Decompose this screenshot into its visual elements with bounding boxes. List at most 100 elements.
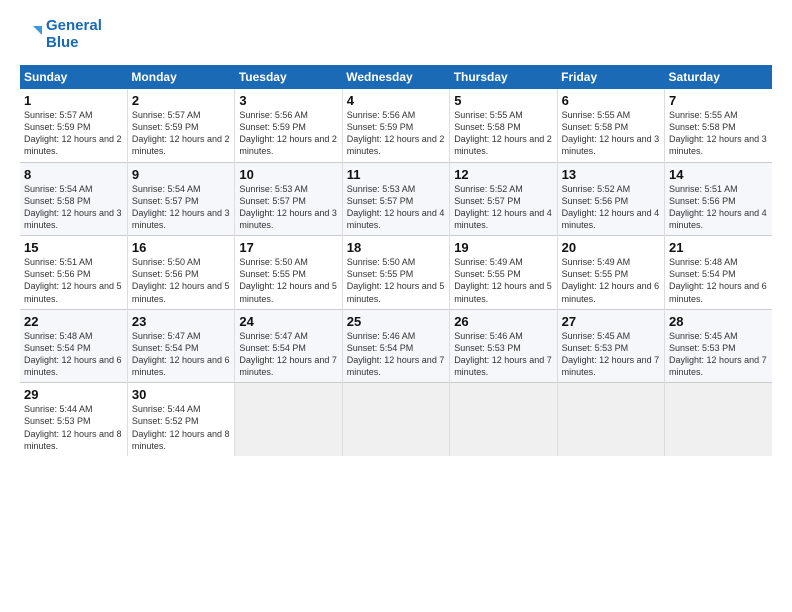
- day-cell: 10 Sunrise: 5:53 AMSunset: 5:57 PMDaylig…: [235, 162, 342, 236]
- day-info: Sunrise: 5:50 AMSunset: 5:55 PMDaylight:…: [347, 256, 445, 305]
- day-info: Sunrise: 5:54 AMSunset: 5:57 PMDaylight:…: [132, 183, 230, 232]
- day-number: 10: [239, 167, 337, 182]
- day-cell: 5 Sunrise: 5:55 AMSunset: 5:58 PMDayligh…: [450, 89, 557, 162]
- day-cell: 11 Sunrise: 5:53 AMSunset: 5:57 PMDaylig…: [342, 162, 449, 236]
- day-cell: 3 Sunrise: 5:56 AMSunset: 5:59 PMDayligh…: [235, 89, 342, 162]
- day-cell: 12 Sunrise: 5:52 AMSunset: 5:57 PMDaylig…: [450, 162, 557, 236]
- day-number: 19: [454, 240, 552, 255]
- col-header-thursday: Thursday: [450, 65, 557, 89]
- day-cell: 22 Sunrise: 5:48 AMSunset: 5:54 PMDaylig…: [20, 309, 127, 383]
- day-info: Sunrise: 5:53 AMSunset: 5:57 PMDaylight:…: [347, 183, 445, 232]
- col-header-friday: Friday: [557, 65, 664, 89]
- day-cell: 4 Sunrise: 5:56 AMSunset: 5:59 PMDayligh…: [342, 89, 449, 162]
- day-cell: 18 Sunrise: 5:50 AMSunset: 5:55 PMDaylig…: [342, 236, 449, 310]
- week-row-4: 22 Sunrise: 5:48 AMSunset: 5:54 PMDaylig…: [20, 309, 772, 383]
- day-cell: 27 Sunrise: 5:45 AMSunset: 5:53 PMDaylig…: [557, 309, 664, 383]
- header-row: SundayMondayTuesdayWednesdayThursdayFrid…: [20, 65, 772, 89]
- day-number: 3: [239, 93, 337, 108]
- day-number: 17: [239, 240, 337, 255]
- day-number: 4: [347, 93, 445, 108]
- day-cell: [450, 383, 557, 456]
- day-info: Sunrise: 5:49 AMSunset: 5:55 PMDaylight:…: [454, 256, 552, 305]
- col-header-tuesday: Tuesday: [235, 65, 342, 89]
- day-number: 23: [132, 314, 230, 329]
- day-info: Sunrise: 5:55 AMSunset: 5:58 PMDaylight:…: [454, 109, 552, 158]
- day-cell: [665, 383, 772, 456]
- day-info: Sunrise: 5:44 AMSunset: 5:53 PMDaylight:…: [24, 403, 123, 452]
- day-info: Sunrise: 5:49 AMSunset: 5:55 PMDaylight:…: [562, 256, 660, 305]
- day-cell: 7 Sunrise: 5:55 AMSunset: 5:58 PMDayligh…: [665, 89, 772, 162]
- calendar-table: SundayMondayTuesdayWednesdayThursdayFrid…: [20, 65, 772, 456]
- day-info: Sunrise: 5:52 AMSunset: 5:57 PMDaylight:…: [454, 183, 552, 232]
- day-info: Sunrise: 5:51 AMSunset: 5:56 PMDaylight:…: [669, 183, 768, 232]
- day-number: 27: [562, 314, 660, 329]
- day-cell: 14 Sunrise: 5:51 AMSunset: 5:56 PMDaylig…: [665, 162, 772, 236]
- day-info: Sunrise: 5:46 AMSunset: 5:53 PMDaylight:…: [454, 330, 552, 379]
- day-number: 7: [669, 93, 768, 108]
- day-number: 22: [24, 314, 123, 329]
- day-cell: 2 Sunrise: 5:57 AMSunset: 5:59 PMDayligh…: [127, 89, 234, 162]
- day-cell: 19 Sunrise: 5:49 AMSunset: 5:55 PMDaylig…: [450, 236, 557, 310]
- day-info: Sunrise: 5:57 AMSunset: 5:59 PMDaylight:…: [132, 109, 230, 158]
- day-info: Sunrise: 5:46 AMSunset: 5:54 PMDaylight:…: [347, 330, 445, 379]
- day-number: 12: [454, 167, 552, 182]
- day-cell: 13 Sunrise: 5:52 AMSunset: 5:56 PMDaylig…: [557, 162, 664, 236]
- day-number: 29: [24, 387, 123, 402]
- day-number: 2: [132, 93, 230, 108]
- day-cell: 28 Sunrise: 5:45 AMSunset: 5:53 PMDaylig…: [665, 309, 772, 383]
- day-number: 15: [24, 240, 123, 255]
- day-number: 24: [239, 314, 337, 329]
- day-info: Sunrise: 5:47 AMSunset: 5:54 PMDaylight:…: [239, 330, 337, 379]
- day-info: Sunrise: 5:48 AMSunset: 5:54 PMDaylight:…: [669, 256, 768, 305]
- header: General Blue: [20, 18, 772, 51]
- day-info: Sunrise: 5:45 AMSunset: 5:53 PMDaylight:…: [562, 330, 660, 379]
- day-number: 13: [562, 167, 660, 182]
- col-header-saturday: Saturday: [665, 65, 772, 89]
- week-row-2: 8 Sunrise: 5:54 AMSunset: 5:58 PMDayligh…: [20, 162, 772, 236]
- day-cell: 20 Sunrise: 5:49 AMSunset: 5:55 PMDaylig…: [557, 236, 664, 310]
- col-header-sunday: Sunday: [20, 65, 127, 89]
- col-header-wednesday: Wednesday: [342, 65, 449, 89]
- logo-blue-text: Blue: [46, 35, 102, 52]
- day-number: 25: [347, 314, 445, 329]
- day-info: Sunrise: 5:51 AMSunset: 5:56 PMDaylight:…: [24, 256, 123, 305]
- day-number: 20: [562, 240, 660, 255]
- day-cell: 8 Sunrise: 5:54 AMSunset: 5:58 PMDayligh…: [20, 162, 127, 236]
- col-header-monday: Monday: [127, 65, 234, 89]
- day-number: 14: [669, 167, 768, 182]
- day-number: 5: [454, 93, 552, 108]
- day-info: Sunrise: 5:44 AMSunset: 5:52 PMDaylight:…: [132, 403, 230, 452]
- day-cell: [557, 383, 664, 456]
- day-info: Sunrise: 5:57 AMSunset: 5:59 PMDaylight:…: [24, 109, 123, 158]
- day-number: 6: [562, 93, 660, 108]
- day-cell: 29 Sunrise: 5:44 AMSunset: 5:53 PMDaylig…: [20, 383, 127, 456]
- day-info: Sunrise: 5:55 AMSunset: 5:58 PMDaylight:…: [669, 109, 768, 158]
- day-info: Sunrise: 5:54 AMSunset: 5:58 PMDaylight:…: [24, 183, 123, 232]
- day-number: 16: [132, 240, 230, 255]
- logo-svg: [20, 24, 42, 46]
- day-info: Sunrise: 5:56 AMSunset: 5:59 PMDaylight:…: [347, 109, 445, 158]
- day-cell: 23 Sunrise: 5:47 AMSunset: 5:54 PMDaylig…: [127, 309, 234, 383]
- day-number: 26: [454, 314, 552, 329]
- day-number: 30: [132, 387, 230, 402]
- week-row-5: 29 Sunrise: 5:44 AMSunset: 5:53 PMDaylig…: [20, 383, 772, 456]
- day-cell: 25 Sunrise: 5:46 AMSunset: 5:54 PMDaylig…: [342, 309, 449, 383]
- day-number: 9: [132, 167, 230, 182]
- day-info: Sunrise: 5:55 AMSunset: 5:58 PMDaylight:…: [562, 109, 660, 158]
- logo-general-text: General: [46, 18, 102, 35]
- day-number: 21: [669, 240, 768, 255]
- day-number: 8: [24, 167, 123, 182]
- day-info: Sunrise: 5:50 AMSunset: 5:55 PMDaylight:…: [239, 256, 337, 305]
- day-cell: 17 Sunrise: 5:50 AMSunset: 5:55 PMDaylig…: [235, 236, 342, 310]
- day-cell: [235, 383, 342, 456]
- day-info: Sunrise: 5:45 AMSunset: 5:53 PMDaylight:…: [669, 330, 768, 379]
- day-cell: 16 Sunrise: 5:50 AMSunset: 5:56 PMDaylig…: [127, 236, 234, 310]
- day-number: 1: [24, 93, 123, 108]
- day-info: Sunrise: 5:47 AMSunset: 5:54 PMDaylight:…: [132, 330, 230, 379]
- day-info: Sunrise: 5:52 AMSunset: 5:56 PMDaylight:…: [562, 183, 660, 232]
- page: General Blue SundayMondayTuesdayWednesda…: [0, 0, 792, 466]
- day-info: Sunrise: 5:50 AMSunset: 5:56 PMDaylight:…: [132, 256, 230, 305]
- day-number: 18: [347, 240, 445, 255]
- day-cell: 15 Sunrise: 5:51 AMSunset: 5:56 PMDaylig…: [20, 236, 127, 310]
- day-info: Sunrise: 5:53 AMSunset: 5:57 PMDaylight:…: [239, 183, 337, 232]
